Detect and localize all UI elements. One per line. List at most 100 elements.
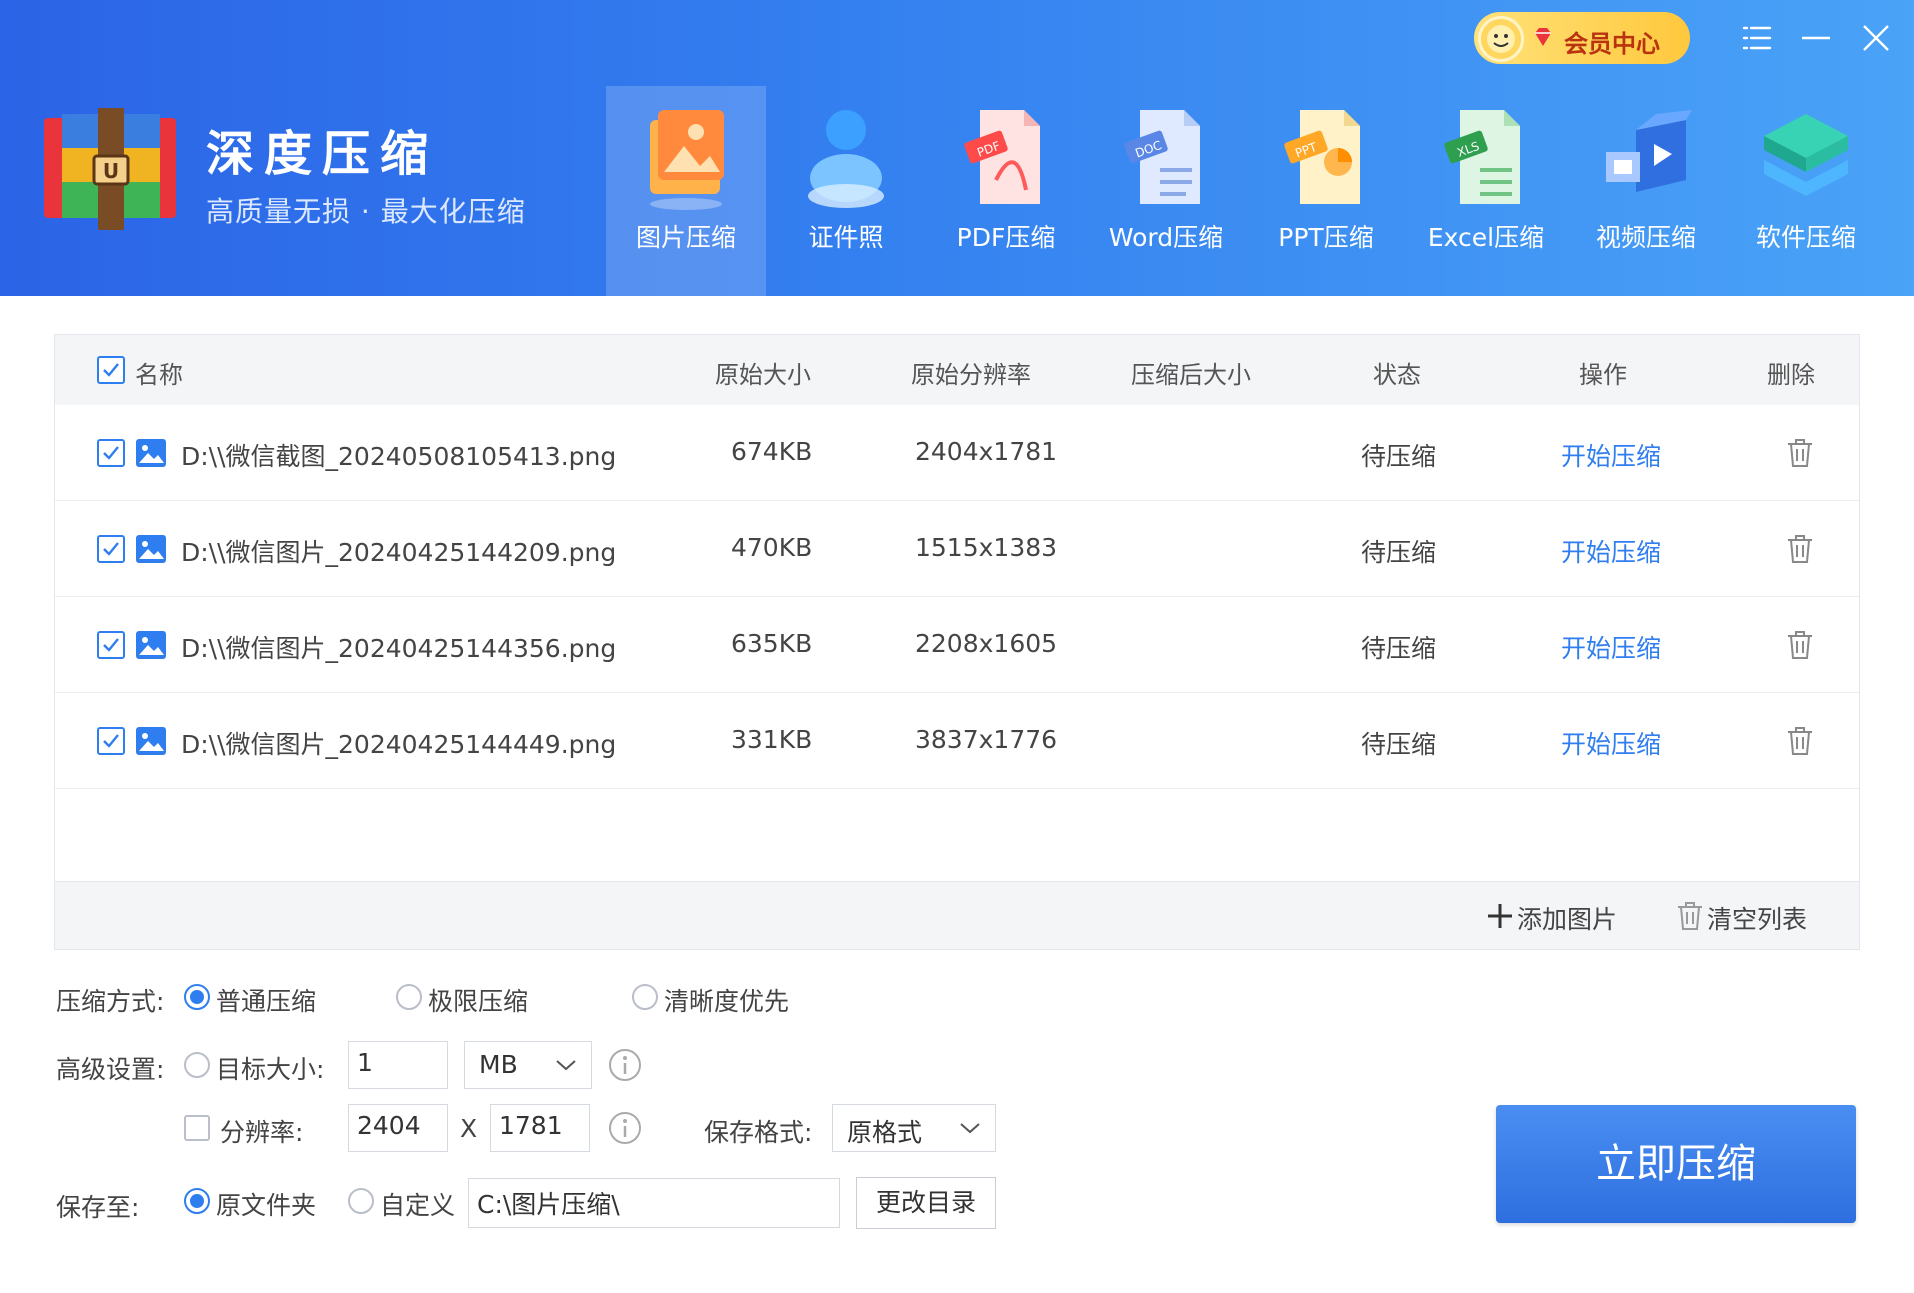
clear-list-button[interactable]: 清空列表 — [1675, 900, 1825, 934]
resolution-separator: X — [460, 1114, 478, 1143]
trash-icon[interactable] — [1785, 533, 1815, 565]
header-status: 状态 — [1373, 361, 1421, 389]
software-compress-icon — [1764, 114, 1848, 196]
original-folder-label: 原文件夹 — [216, 1191, 317, 1220]
select-all-checkbox[interactable] — [97, 356, 125, 384]
resolution-checkbox[interactable] — [184, 1115, 210, 1141]
original-size: 470KB — [731, 533, 813, 562]
tab-excel-compress[interactable]: XLS Excel压缩 — [1406, 86, 1566, 296]
tab-label: 图片压缩 — [635, 223, 736, 252]
start-compress-link[interactable]: 开始压缩 — [1561, 629, 1661, 665]
file-name: D:\\微信图片_20240425144449.png — [181, 730, 617, 759]
table-row: D:\\微信图片_20240425144449.png 331KB 3837x1… — [55, 693, 1859, 789]
image-file-icon — [136, 631, 166, 659]
trash-icon — [1678, 902, 1702, 930]
table-header: 名称 原始大小 原始分辨率 压缩后大小 状态 操作 删除 — [55, 335, 1859, 405]
trash-icon[interactable] — [1785, 629, 1815, 661]
target-unit-select[interactable]: MB — [464, 1041, 592, 1089]
resolution-height-input[interactable]: 1781 — [490, 1104, 590, 1152]
plus-icon — [1488, 904, 1512, 928]
image-compress-icon — [650, 110, 724, 210]
image-file-icon — [136, 727, 166, 755]
vip-label: 会员中心 — [1564, 30, 1660, 58]
target-size-input[interactable]: 1 — [348, 1041, 448, 1089]
info-icon[interactable] — [608, 1048, 642, 1082]
advanced-settings-label: 高级设置: — [56, 1055, 165, 1084]
radio-extreme-compress[interactable] — [396, 984, 422, 1010]
table-row: D:\\微信图片_20240425144356.png 635KB 2208x1… — [55, 597, 1859, 693]
minimize-icon[interactable] — [1792, 14, 1840, 62]
trash-icon[interactable] — [1785, 725, 1815, 757]
original-resolution: 3837x1776 — [915, 725, 1058, 754]
table-row: D:\\微信截图_20240508105413.png 674KB 2404x1… — [55, 405, 1859, 501]
row-checkbox[interactable] — [97, 535, 125, 563]
menu-icon[interactable] — [1732, 14, 1780, 62]
extreme-compress-label: 极限压缩 — [428, 987, 529, 1016]
tab-software-compress[interactable]: 软件压缩 — [1726, 86, 1886, 296]
app-header: U 深度压缩 高质量无损 · 最大化压缩 会员中心 图片压缩 证件照 PDF P… — [0, 0, 1914, 296]
vip-center-button[interactable]: 会员中心 — [1474, 12, 1690, 64]
header-original-resolution: 原始分辨率 — [911, 361, 1031, 389]
tab-word-compress[interactable]: DOC Word压缩 — [1086, 86, 1246, 296]
table-footer: 添加图片 清空列表 — [55, 881, 1859, 949]
status-text: 待压缩 — [1361, 634, 1437, 663]
save-format-value: 原格式 — [847, 1118, 923, 1147]
tab-label: 证件照 — [808, 223, 884, 252]
table-row: D:\\微信图片_20240425144209.png 470KB 1515x1… — [55, 501, 1859, 597]
info-icon[interactable] — [608, 1111, 642, 1145]
image-file-icon — [136, 535, 166, 563]
start-compress-link[interactable]: 开始压缩 — [1561, 437, 1661, 473]
radio-clarity-first[interactable] — [632, 984, 658, 1010]
trash-icon[interactable] — [1785, 437, 1815, 469]
header-action: 操作 — [1579, 361, 1627, 389]
image-file-icon — [136, 439, 166, 467]
avatar — [1478, 16, 1524, 62]
save-path-input[interactable]: C:\图片压缩\ — [468, 1178, 840, 1228]
pdf-file-icon: PDF — [964, 110, 1040, 204]
compress-now-button[interactable]: 立即压缩 — [1496, 1105, 1856, 1223]
header-name: 名称 — [135, 361, 183, 389]
original-size: 635KB — [731, 629, 813, 658]
close-icon[interactable] — [1852, 14, 1900, 62]
app-subtitle: 高质量无损 · 最大化压缩 — [206, 195, 526, 228]
original-resolution: 2404x1781 — [915, 437, 1058, 466]
row-checkbox[interactable] — [97, 631, 125, 659]
change-directory-button[interactable]: 更改目录 — [856, 1177, 996, 1229]
save-format-select[interactable]: 原格式 — [832, 1104, 996, 1152]
radio-original-folder[interactable] — [184, 1188, 210, 1214]
radio-target-size[interactable] — [184, 1052, 210, 1078]
tab-id-photo[interactable]: 证件照 — [766, 86, 926, 296]
tab-label: PDF压缩 — [956, 223, 1056, 252]
clarity-first-label: 清晰度优先 — [664, 987, 790, 1016]
chevron-down-icon — [960, 1123, 980, 1134]
normal-compress-label: 普通压缩 — [216, 987, 317, 1016]
file-name: D:\\微信图片_20240425144209.png — [181, 538, 617, 567]
header-compressed-size: 压缩后大小 — [1131, 361, 1251, 389]
start-compress-link[interactable]: 开始压缩 — [1561, 533, 1661, 569]
tab-pdf-compress[interactable]: PDF PDF压缩 — [926, 86, 1086, 296]
custom-folder-label: 自定义 — [380, 1191, 456, 1220]
compress-mode-label: 压缩方式: — [56, 987, 165, 1016]
row-checkbox[interactable] — [97, 727, 125, 755]
tab-label: 软件压缩 — [1755, 223, 1856, 252]
save-format-label: 保存格式: — [704, 1118, 813, 1147]
tab-video-compress[interactable]: 视频压缩 — [1566, 86, 1726, 296]
resolution-width-input[interactable]: 2404 — [348, 1104, 448, 1152]
start-compress-link[interactable]: 开始压缩 — [1561, 725, 1661, 761]
add-image-button[interactable]: 添加图片 — [1485, 900, 1635, 934]
video-compress-icon — [1606, 110, 1692, 192]
original-resolution: 1515x1383 — [915, 533, 1058, 562]
row-checkbox[interactable] — [97, 439, 125, 467]
tab-image-compress[interactable]: 图片压缩 — [606, 86, 766, 296]
tab-ppt-compress[interactable]: PPT PPT压缩 — [1246, 86, 1406, 296]
add-image-label: 添加图片 — [1517, 905, 1618, 934]
file-table: 名称 原始大小 原始分辨率 压缩后大小 状态 操作 删除 D:\\微信截图_20… — [54, 334, 1860, 950]
target-unit-value: MB — [479, 1050, 518, 1079]
radio-normal-compress[interactable] — [184, 984, 210, 1010]
file-name: D:\\微信截图_20240508105413.png — [181, 442, 617, 471]
id-photo-icon — [808, 110, 884, 208]
status-text: 待压缩 — [1361, 730, 1437, 759]
chevron-down-icon — [556, 1060, 576, 1071]
radio-custom-folder[interactable] — [348, 1188, 374, 1214]
xls-file-icon: XLS — [1444, 110, 1520, 204]
